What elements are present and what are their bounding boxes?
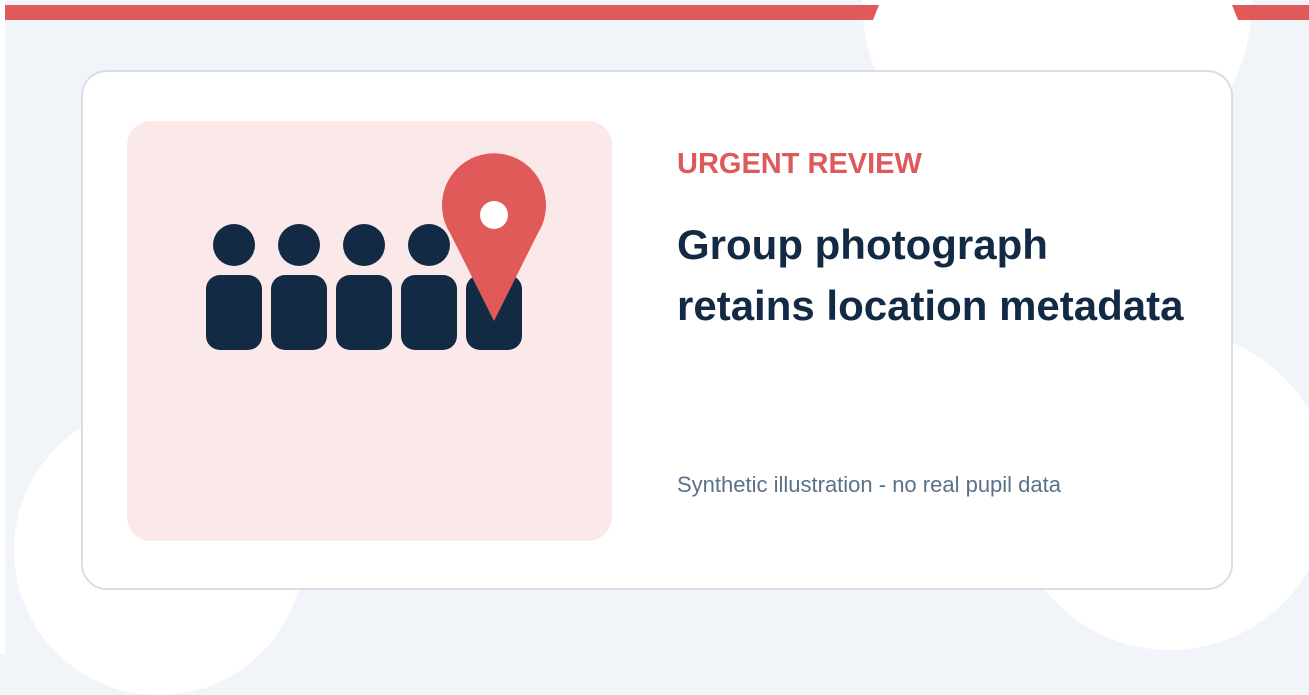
page-title: Group photograph retains location metada… (677, 221, 1184, 329)
person-icon (336, 224, 392, 350)
person-icon (271, 224, 327, 350)
person-icon (401, 224, 457, 350)
accent-bar (5, 5, 879, 20)
illustration-graphic (206, 153, 546, 350)
person-icon (206, 224, 262, 350)
alert-card: URGENT REVIEW Group photograph retains l… (81, 70, 1233, 590)
accent-bar (1232, 5, 1309, 20)
urgency-label: URGENT REVIEW (677, 148, 922, 180)
location-pin-icon (442, 153, 546, 321)
frame-edge (0, 0, 5, 654)
illustration-panel (127, 121, 612, 541)
disclaimer-caption: Synthetic illustration - no real pupil d… (677, 472, 1061, 497)
